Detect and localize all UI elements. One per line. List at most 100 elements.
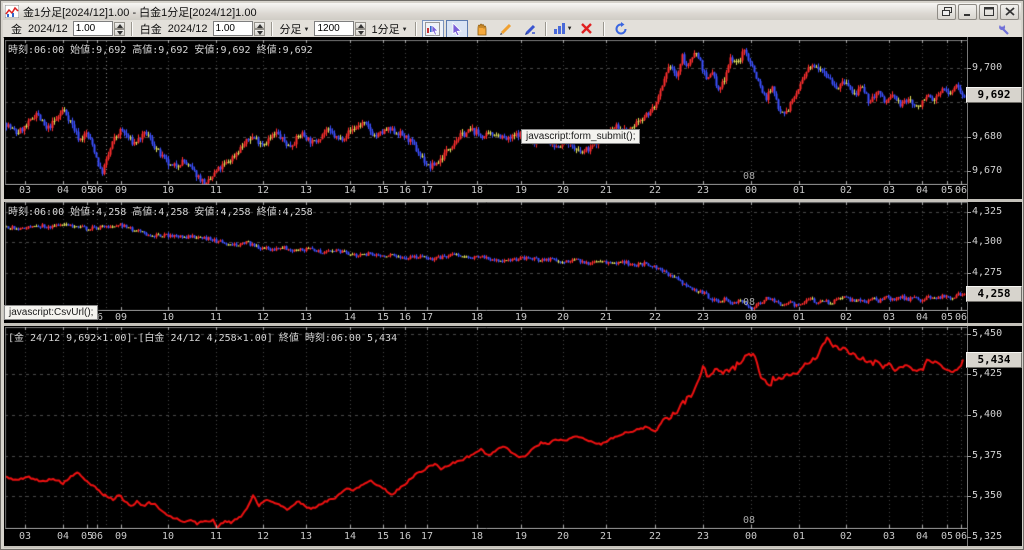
x-axis-label: 10: [162, 531, 174, 542]
x-axis-label: 20: [557, 185, 569, 196]
x-axis-label: 05: [941, 185, 953, 196]
gold-ratio-input[interactable]: [73, 21, 113, 36]
x-axis-label: 23: [697, 531, 709, 542]
x-axis-label: 04: [916, 185, 928, 196]
bar-count-up-arrow[interactable]: [355, 22, 366, 29]
x-axis-label: 18: [471, 312, 483, 323]
window-bottom-edge: [4, 546, 1022, 548]
y-axis-tick-label: 5,400: [972, 409, 1002, 420]
x-axis-label: 18: [471, 185, 483, 196]
platinum-ratio-down-arrow[interactable]: [254, 29, 265, 36]
x-axis-label: 03: [883, 531, 895, 542]
x-axis-label: 11: [210, 531, 222, 542]
y-axis-tick-label: 9,700: [972, 62, 1002, 73]
y-axis-tick-label: 9,680: [972, 131, 1002, 142]
toolbar-separator: [271, 22, 273, 36]
x-axis-label: 00: [745, 531, 757, 542]
time-axis-row: 0304050609101112131415161718192021222300…: [4, 531, 967, 544]
pointer-tool-button[interactable]: [446, 20, 468, 38]
x-axis-label: 13: [300, 531, 312, 542]
x-axis-label: 10: [162, 185, 174, 196]
panel-splitter[interactable]: [4, 323, 1022, 326]
platinum-chart-canvas[interactable]: [5, 202, 968, 311]
x-axis-label: 12: [257, 312, 269, 323]
x-axis-label: 04: [57, 531, 69, 542]
x-axis-label: 20: [557, 531, 569, 542]
bar-chart-icon: [553, 22, 565, 35]
settings-wrench-button[interactable]: [993, 20, 1015, 38]
y-axis-tick-label: 4,325: [972, 206, 1002, 217]
bar-count-input[interactable]: [314, 21, 354, 36]
refresh-icon: [614, 22, 628, 36]
window-layer-button[interactable]: [937, 4, 956, 20]
x-axis-label: 09: [115, 531, 127, 542]
x-axis-label: 06: [91, 185, 103, 196]
platinum-ratio-input[interactable]: [213, 21, 253, 36]
pen-icon: [522, 22, 536, 36]
form-submit-tooltip: javascript:form_submit();: [521, 129, 640, 144]
bar-count-spinner: [314, 21, 366, 36]
y-axis-tick-label: 9,670: [972, 165, 1002, 176]
chart-select-tool-button[interactable]: [422, 20, 444, 38]
platinum-contract-label: 2024/12: [168, 23, 208, 35]
x-axis-label: 00: [745, 185, 757, 196]
x-axis-label: 01: [793, 185, 805, 196]
x-axis-label: 15: [377, 312, 389, 323]
toolbar-separator: [545, 22, 547, 36]
minimize-button[interactable]: [958, 4, 977, 20]
draw-line-tool-button[interactable]: [494, 20, 516, 38]
gold-ratio-down-arrow[interactable]: [114, 29, 125, 36]
toolbar-separator: [415, 22, 417, 36]
x-axis-label: 12: [257, 531, 269, 542]
bar-count-down-arrow[interactable]: [355, 29, 366, 36]
date-marker: 08: [743, 297, 755, 308]
app-icon: [5, 5, 19, 18]
x-axis-label: 12: [257, 185, 269, 196]
x-axis-label: 21: [600, 531, 612, 542]
platinum-ratio-up-arrow[interactable]: [254, 22, 265, 29]
x-axis-label: 05: [941, 531, 953, 542]
x-axis-label: 01: [793, 312, 805, 323]
x-axis-label: 23: [697, 185, 709, 196]
chart-style-button[interactable]: [552, 20, 574, 38]
x-axis-label: 22: [649, 185, 661, 196]
platinum-ratio-spinner: [213, 21, 265, 36]
x-axis-label: 11: [210, 312, 222, 323]
x-axis-label: 22: [649, 312, 661, 323]
x-axis-label: 06: [91, 531, 103, 542]
x-axis-label: 14: [344, 312, 356, 323]
x-axis-label: 11: [210, 185, 222, 196]
close-button[interactable]: [1000, 4, 1019, 20]
csv-url-tooltip: javascript:CsvUrl();: [4, 305, 98, 320]
gold-chart-canvas[interactable]: [5, 40, 968, 185]
x-axis-label: 06: [955, 531, 967, 542]
refresh-button[interactable]: [610, 20, 632, 38]
red-x-icon: [580, 22, 593, 35]
x-axis-label: 21: [600, 312, 612, 323]
x-axis-label: 04: [916, 312, 928, 323]
x-axis-label: 17: [421, 531, 433, 542]
x-axis-label: 18: [471, 531, 483, 542]
gold-info-line: 時刻:06:00 始値:9,692 高値:9,692 安値:9,692 終値:9…: [8, 41, 313, 56]
pencil-icon: [498, 22, 512, 36]
panel-splitter[interactable]: [4, 199, 1022, 202]
spread-info-line: [金 24/12 9,692×1.00]-[白金 24/12 4,258×1.0…: [8, 329, 397, 344]
gold-ratio-up-arrow[interactable]: [114, 22, 125, 29]
delete-drawings-button[interactable]: [576, 20, 598, 38]
pan-tool-button[interactable]: [470, 20, 492, 38]
spread-chart-canvas[interactable]: [5, 327, 968, 529]
date-marker: 08: [743, 171, 755, 182]
annotate-tool-button[interactable]: [518, 20, 540, 38]
time-axis-row: 0304050609101112131415161718192021222300…: [4, 185, 967, 198]
bar-type-dropdown[interactable]: 分足: [280, 21, 310, 37]
toolbar: 金 2024/12 白金 2024/12 分足 1分足: [3, 20, 1021, 38]
x-axis-label: 19: [515, 185, 527, 196]
window-title: 金1分足[2024/12]1.00 - 白金1分足[2024/12]1.00: [23, 4, 257, 20]
wrench-icon: [997, 22, 1011, 36]
maximize-button[interactable]: [979, 4, 998, 20]
x-axis-label: 13: [300, 185, 312, 196]
y-axis-tick-label: 5,350: [972, 490, 1002, 501]
gold-contract-label: 2024/12: [28, 23, 68, 35]
interval-dropdown[interactable]: 1分足: [371, 21, 407, 37]
x-axis-label: 03: [19, 185, 31, 196]
